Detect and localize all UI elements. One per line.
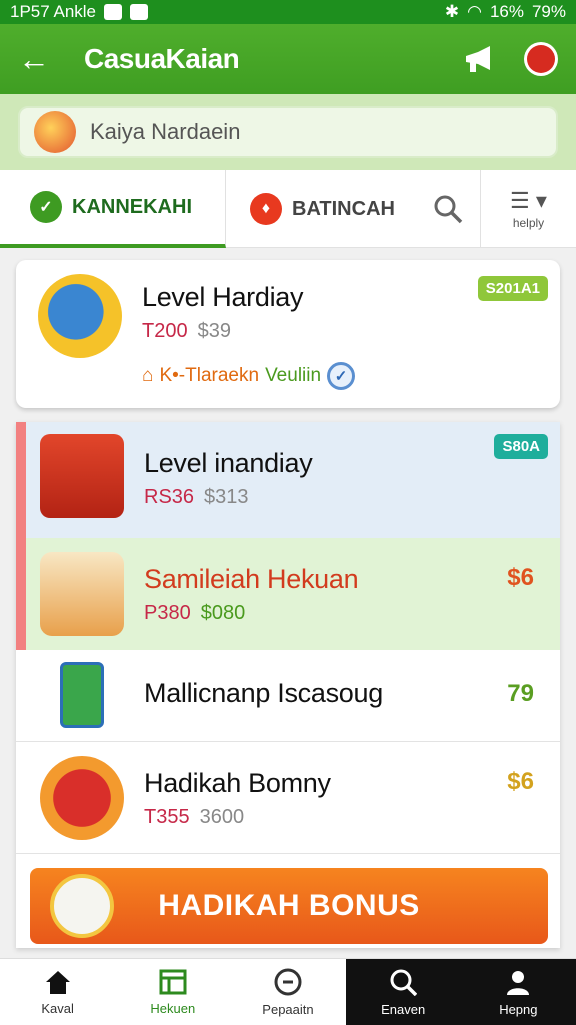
price-new: $080 — [200, 602, 246, 624]
home-icon: ⌂ — [142, 365, 154, 386]
check-badge-icon: ✓ — [30, 191, 62, 223]
mail-icon — [104, 4, 123, 20]
tab-menu-label: helply — [512, 215, 545, 230]
price-old: T200 — [142, 320, 188, 342]
back-arrow-icon[interactable]: ← — [18, 41, 66, 78]
item-price-right: 79 — [507, 680, 534, 707]
nav-item-hekuen[interactable]: Hekuen — [115, 959, 230, 1025]
tab-bar: ✓ KANNEKAHI ♦ BATINCAH ☰ ▾ helply — [0, 170, 576, 248]
list-item[interactable]: Mallicnanp Iscasoug 79 — [16, 650, 560, 742]
search-icon — [390, 969, 418, 996]
nav-label: Hepng — [499, 1001, 538, 1017]
price-old: T355 — [144, 806, 190, 828]
tab-kannekahi[interactable]: ✓ KANNEKAHI — [0, 170, 226, 248]
item-price-right: $6 — [507, 564, 534, 591]
nav-item-kaval[interactable]: Kaval — [0, 959, 115, 1025]
bonus-button-label: HADIKAH BONUS — [158, 889, 420, 922]
whale-icon — [38, 274, 122, 358]
red-chest-icon — [40, 756, 124, 840]
item-name: Mallicnanp Iscasoug — [144, 678, 383, 708]
nav-label: Enaven — [381, 1001, 426, 1017]
tab-search-button[interactable] — [416, 170, 480, 247]
list-item[interactable]: Hadikah Bomny T355 3600 $6 — [16, 742, 560, 854]
megaphone-icon[interactable] — [462, 44, 498, 74]
sub-left-text: K•-Tlaraekn — [159, 365, 260, 386]
tab-batincah[interactable]: ♦ BATINCAH — [226, 170, 416, 248]
price-new: $313 — [204, 486, 249, 508]
shield-icon — [130, 4, 149, 20]
bonus-button[interactable]: HADIKAH BONUS — [30, 868, 548, 944]
nav-label: Kaval — [41, 1000, 74, 1016]
search-icon — [434, 195, 463, 223]
status-text: 1P57 Ankle — [10, 2, 97, 21]
sub-right-text: Veuliin — [265, 365, 322, 386]
item-prices: T200 $39 — [142, 320, 231, 343]
profile-avatar[interactable] — [524, 42, 558, 76]
menu-icon: ☰ ▾ — [510, 187, 547, 213]
treasure-chest-icon — [40, 434, 124, 518]
list-item[interactable]: Samileiah Hekuan P380 $080 $6 — [16, 538, 560, 650]
price-new: $39 — [197, 320, 231, 342]
wifi-icon: ◠ — [467, 2, 482, 21]
home-icon — [45, 970, 70, 994]
item-prices: P380 $080 — [144, 602, 245, 625]
list-item[interactable]: Level inandiay RS36 $313 S80A — [16, 422, 560, 538]
search-area: Kaiya Nardaein — [0, 94, 576, 170]
nav-label: Hekuen — [150, 1000, 196, 1016]
item-name: Level Hardiay — [142, 282, 304, 312]
status-badge: S80A — [494, 434, 548, 459]
item-name: Hadikah Bomny — [144, 768, 331, 798]
tab-menu-button[interactable]: ☰ ▾ helply — [480, 170, 576, 247]
selection-accent — [16, 422, 26, 650]
tab-label: BATINCAH — [292, 197, 395, 220]
nav-item-hepng[interactable]: Hepng — [460, 959, 576, 1025]
battery-level-1: 16% — [489, 2, 524, 21]
bonus-gift-icon — [50, 874, 114, 938]
status-badge: S201A1 — [477, 276, 548, 301]
fire-badge-icon: ♦ — [250, 193, 282, 225]
nav-item-pepaaitn[interactable]: Pepaaitn — [230, 959, 345, 1025]
compass-icon — [274, 968, 302, 995]
tab-label: KANNEKAHI — [72, 195, 192, 218]
bottom-nav: Kaval Hekuen Pepaaitn Enaven Hepng — [0, 958, 576, 1025]
nav-label: Pepaaitn — [262, 1001, 314, 1017]
item-name: Level inandiay — [144, 448, 313, 478]
featured-card[interactable]: Level Hardiay T200 $39 S201A1 ⌂ K•-Tlara… — [16, 260, 560, 408]
item-prices: T355 3600 — [144, 806, 244, 829]
grid-icon — [159, 969, 187, 994]
price-old: P380 — [144, 602, 191, 624]
verified-icon: ✓ — [327, 362, 356, 390]
app-bar: ← CasuaKaian — [0, 24, 576, 94]
item-price-right: $6 — [507, 768, 534, 795]
price-new: 3600 — [199, 806, 245, 828]
nav-item-enaven[interactable]: Enaven — [345, 959, 461, 1025]
avatar-icon — [527, 45, 555, 73]
green-device-icon — [60, 662, 104, 728]
item-name: Samileiah Hekuan — [144, 564, 359, 594]
gift-box-icon — [40, 552, 124, 636]
bluetooth-icon: ✱ — [444, 2, 460, 21]
item-list: Level inandiay RS36 $313 S80A Samileiah … — [16, 422, 560, 948]
battery-level-2: 79% — [531, 2, 566, 21]
app-title: CasuaKaian — [84, 43, 240, 74]
item-subline: ⌂ K•-Tlaraekn Veuliin ✓ — [142, 362, 356, 390]
search-input[interactable]: Kaiya Nardaein — [18, 106, 558, 158]
status-bar: 1P57 Ankle ✱ ◠ 16% 79% — [0, 0, 576, 24]
content-area: Level Hardiay T200 $39 S201A1 ⌂ K•-Tlara… — [0, 248, 576, 958]
profile-icon — [507, 970, 530, 995]
item-prices: RS36 $313 — [144, 486, 249, 509]
price-old: RS36 — [144, 486, 195, 508]
search-value: Kaiya Nardaein — [90, 119, 241, 144]
mascot-icon — [34, 111, 76, 153]
